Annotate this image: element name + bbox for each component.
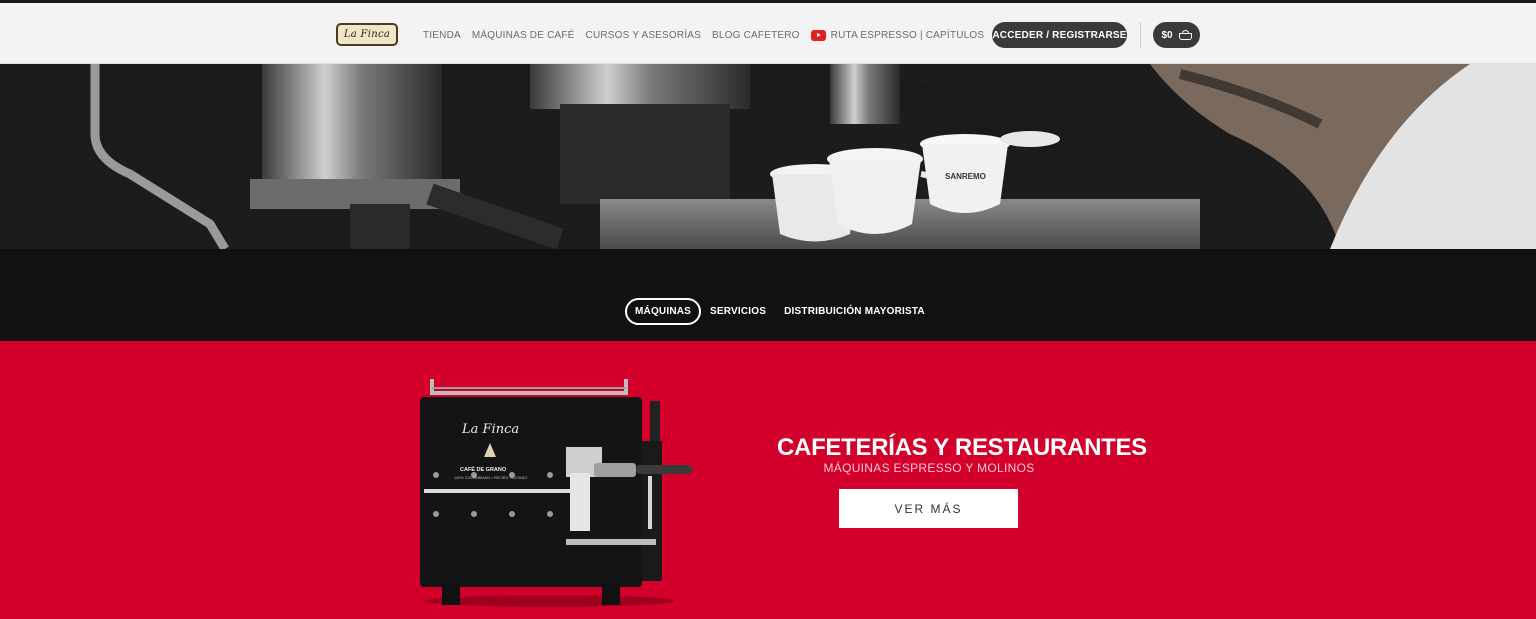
nav-item-cursos[interactable]: CURSOS Y ASESORÍAS xyxy=(586,30,702,41)
machine-brand: La Finca xyxy=(461,422,519,437)
nav-item-tienda[interactable]: TIENDA xyxy=(423,30,461,41)
cart-total: $0 xyxy=(1161,29,1173,41)
category-tabs: MÁQUINAS SERVICIOS DISTRIBUICIÓN MAYORIS… xyxy=(625,298,934,325)
cart-icon xyxy=(1178,30,1192,40)
youtube-icon xyxy=(810,30,826,41)
header-divider xyxy=(1140,22,1141,48)
main-nav: TIENDA MÁQUINAS DE CAFÉ CURSOS Y ASESORÍ… xyxy=(423,30,995,41)
promo-title: CAFETERÍAS Y RESTAURANTES xyxy=(777,434,1147,461)
cart-button[interactable]: $0 xyxy=(1153,22,1200,48)
hero-image: SANREMO xyxy=(0,64,1536,249)
machine-tagline: 100% COLOMBIANO • RECIÉN TOSTADO xyxy=(454,475,527,480)
promo-subtitle: MÁQUINAS ESPRESSO Y MOLINOS xyxy=(823,461,1035,475)
site-logo[interactable]: La Finca xyxy=(336,23,398,46)
login-register-button[interactable]: ACCEDER / REGISTRARSE xyxy=(992,22,1127,48)
machine-label: CAFÉ DE GRANO xyxy=(460,465,507,473)
ver-mas-button[interactable]: VER MÁS xyxy=(839,489,1018,528)
logo-text: La Finca xyxy=(343,29,391,40)
tab-maquinas[interactable]: MÁQUINAS xyxy=(625,298,702,325)
nav-item-ruta-espresso[interactable]: RUTA ESPRESSO | CAPÍTULOS xyxy=(810,30,985,42)
nav-item-maquinas[interactable]: MÁQUINAS DE CAFÉ xyxy=(472,30,575,41)
hero-cup-brand: SANREMO xyxy=(945,172,986,181)
nav-item-blog[interactable]: BLOG CAFETERO xyxy=(712,30,800,41)
espresso-machine-image: La Finca CAFÉ DE GRANO 100% COLOMBIANO •… xyxy=(420,379,692,607)
hero-illustration: SANREMO xyxy=(0,64,1536,249)
site-header: La Finca TIENDA MÁQUINAS DE CAFÉ CURSOS … xyxy=(0,0,1536,64)
promo-section: La Finca CAFÉ DE GRANO 100% COLOMBIANO •… xyxy=(0,341,1536,619)
nav-item-ruta-label: RUTA ESPRESSO | CAPÍTULOS xyxy=(830,30,985,42)
category-tabs-band: MÁQUINAS SERVICIOS DISTRIBUICIÓN MAYORIS… xyxy=(0,249,1536,341)
tab-servicios[interactable]: SERVICIOS xyxy=(701,299,775,324)
tab-distribucion-mayorista[interactable]: DISTRIBUICIÓN MAYORISTA xyxy=(775,299,934,324)
